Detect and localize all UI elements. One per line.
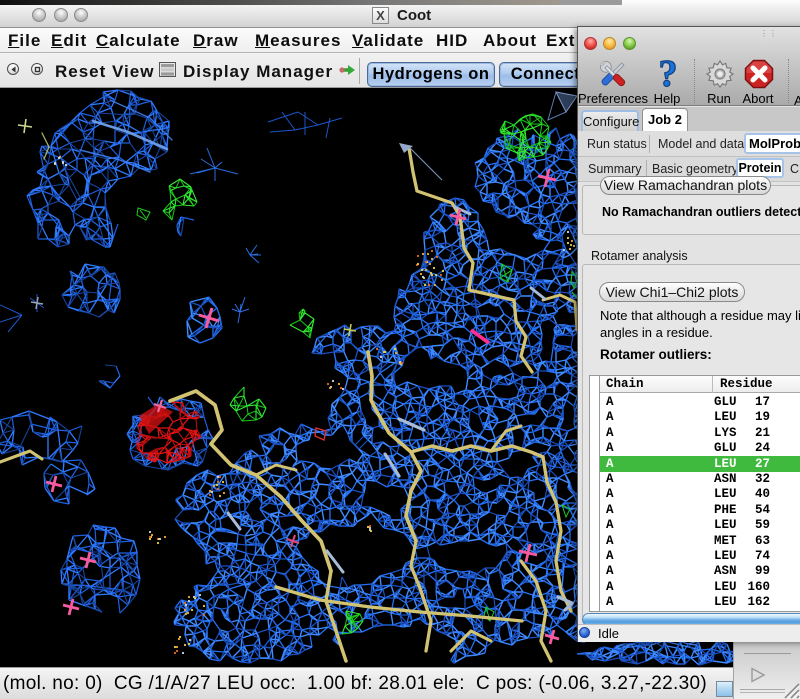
- svg-text:?: ?: [659, 58, 678, 91]
